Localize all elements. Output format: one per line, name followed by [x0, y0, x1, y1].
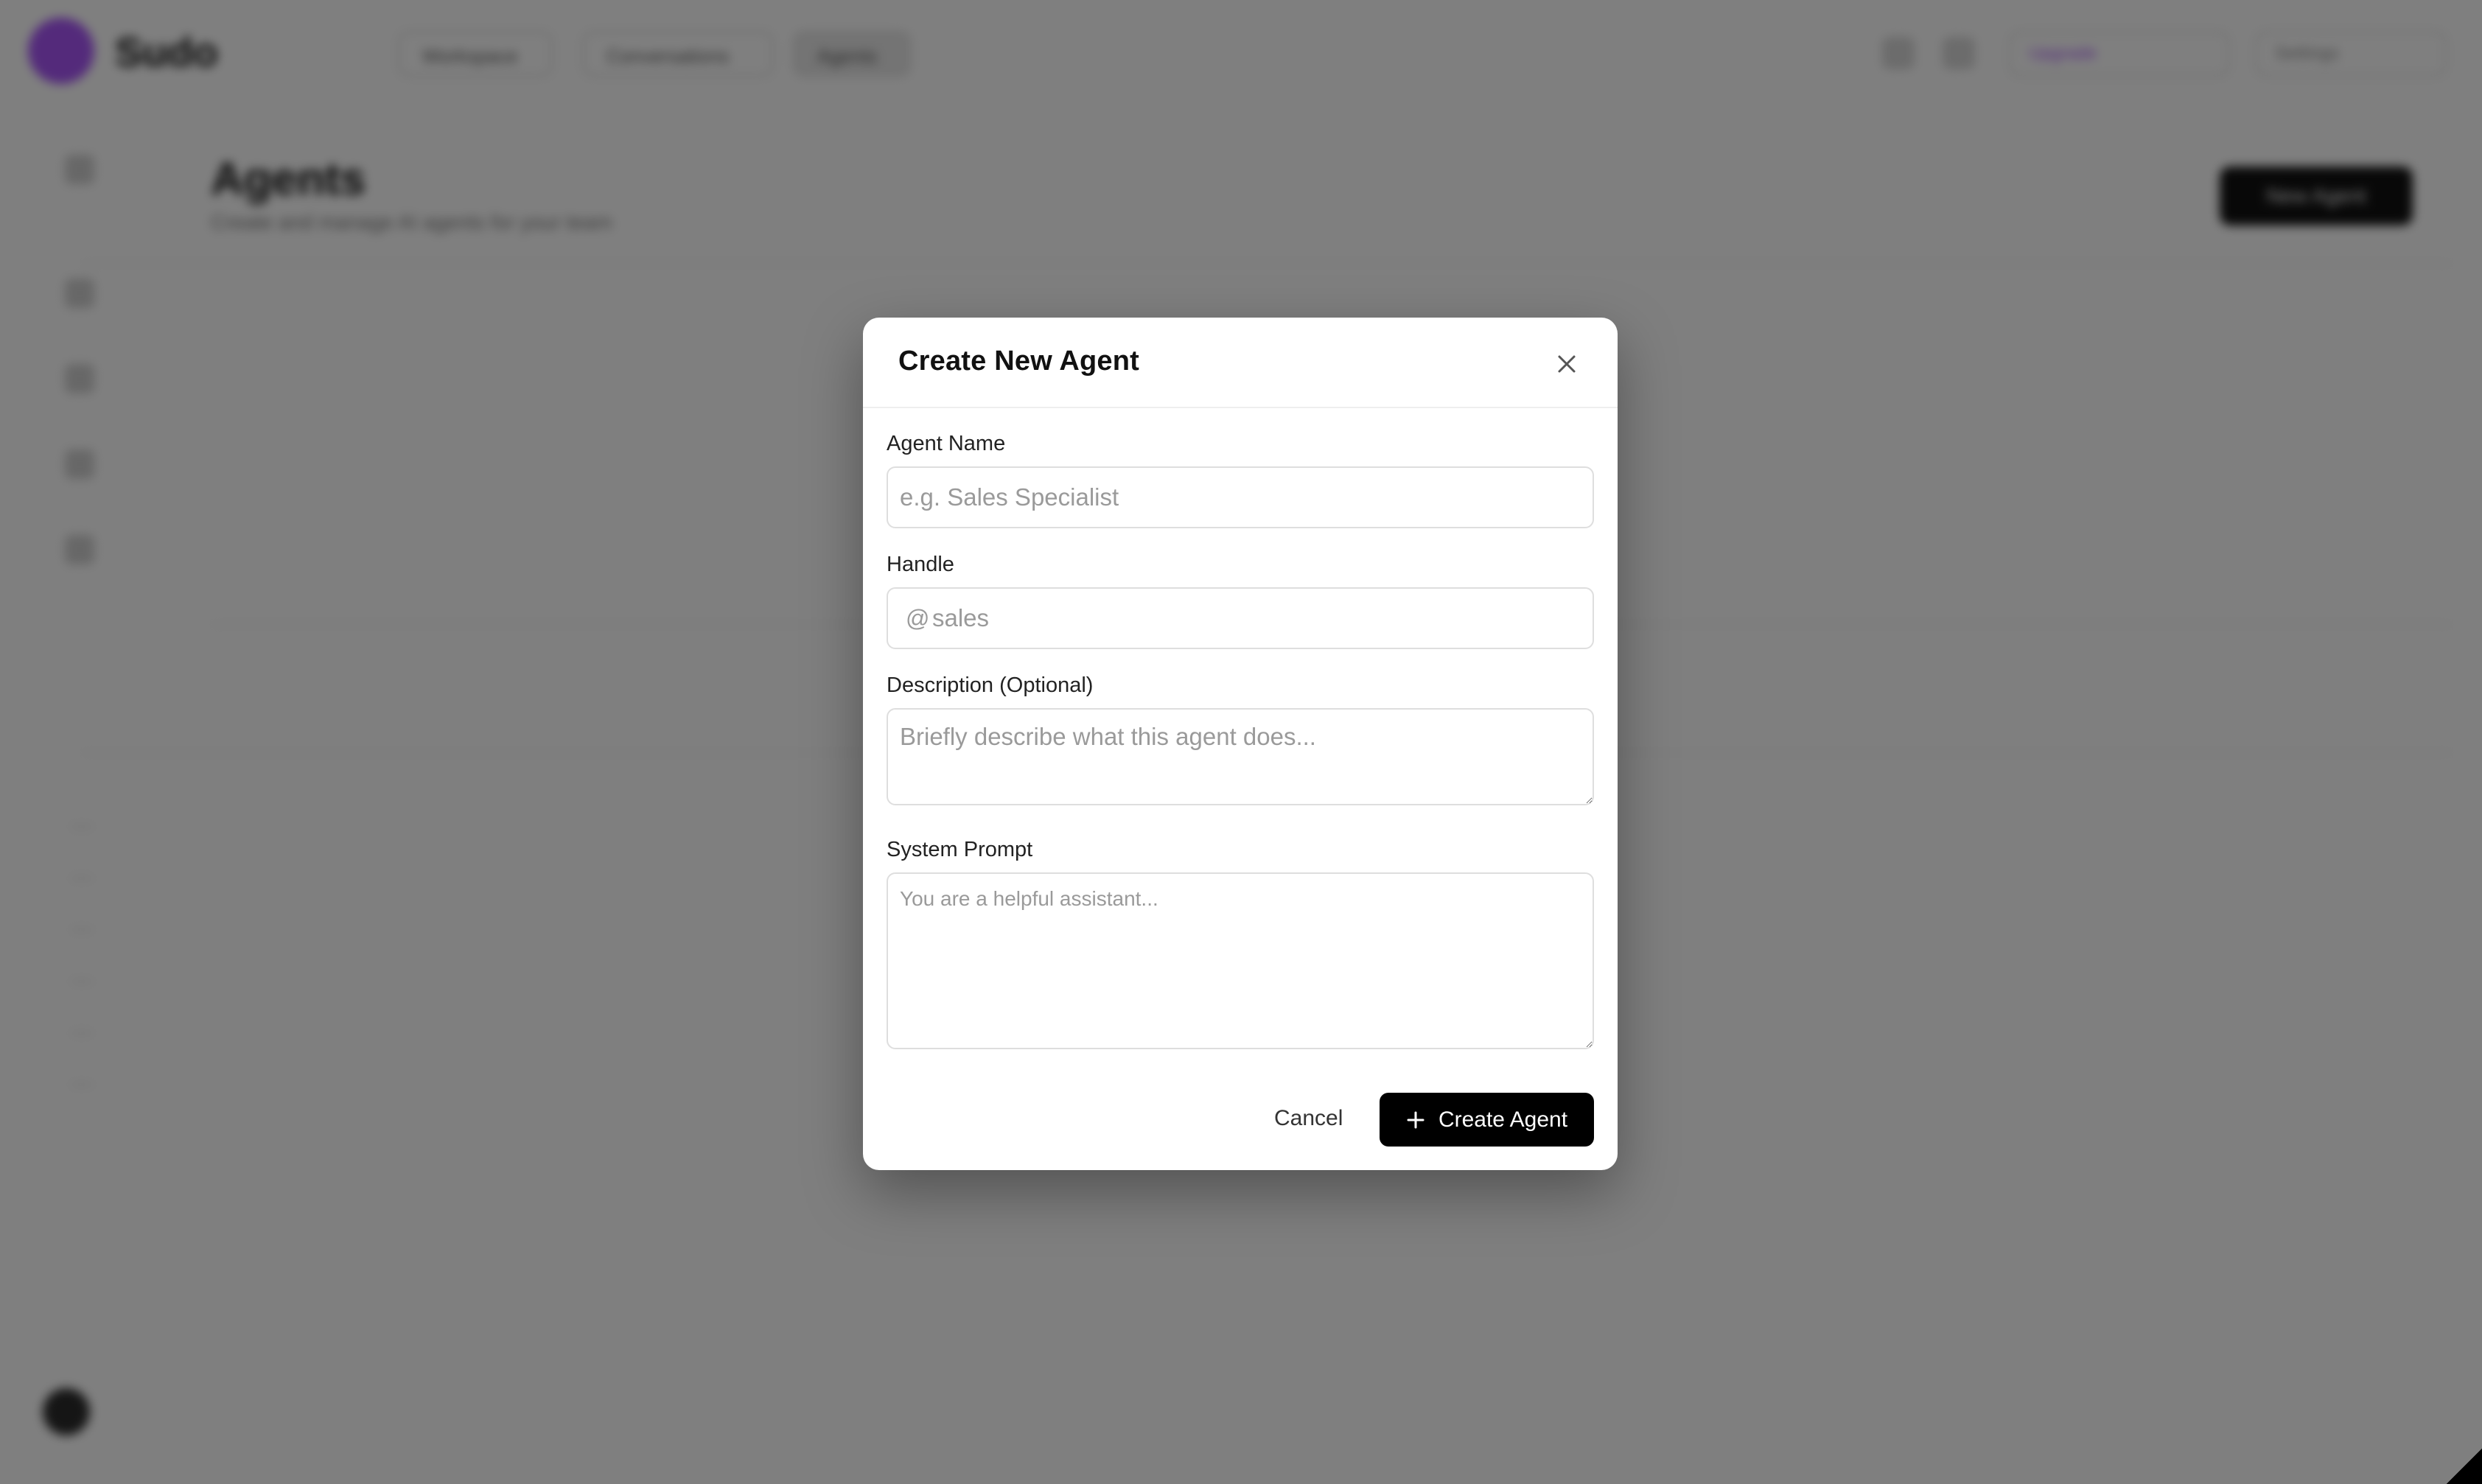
dialog-header: Create New Agent — [863, 318, 1618, 408]
handle-label: Handle — [887, 553, 954, 576]
system-prompt-label: System Prompt — [887, 838, 1033, 861]
agent-name-label: Agent Name — [887, 432, 1006, 455]
handle-input[interactable] — [932, 589, 1585, 648]
window-corner — [2447, 1449, 2482, 1484]
close-icon — [1555, 352, 1579, 379]
create-agent-dialog: Create New Agent Agent Name Handle @ Des… — [863, 318, 1618, 1170]
close-button[interactable] — [1548, 347, 1585, 384]
description-label: Description (Optional) — [887, 673, 1094, 697]
cancel-button[interactable]: Cancel — [1256, 1093, 1360, 1144]
handle-field[interactable]: @ — [887, 587, 1594, 649]
description-textarea[interactable] — [887, 708, 1594, 805]
create-agent-button[interactable]: Create Agent — [1380, 1093, 1594, 1147]
agent-name-input[interactable] — [887, 466, 1594, 528]
app-window: Sudo Workspace Conversations Agents Upgr… — [0, 0, 2482, 1484]
dialog-title: Create New Agent — [898, 346, 1139, 377]
system-prompt-textarea[interactable] — [887, 872, 1594, 1049]
create-agent-label: Create Agent — [1438, 1107, 1568, 1132]
plus-icon — [1406, 1110, 1425, 1130]
handle-prefix: @ — [906, 605, 930, 631]
